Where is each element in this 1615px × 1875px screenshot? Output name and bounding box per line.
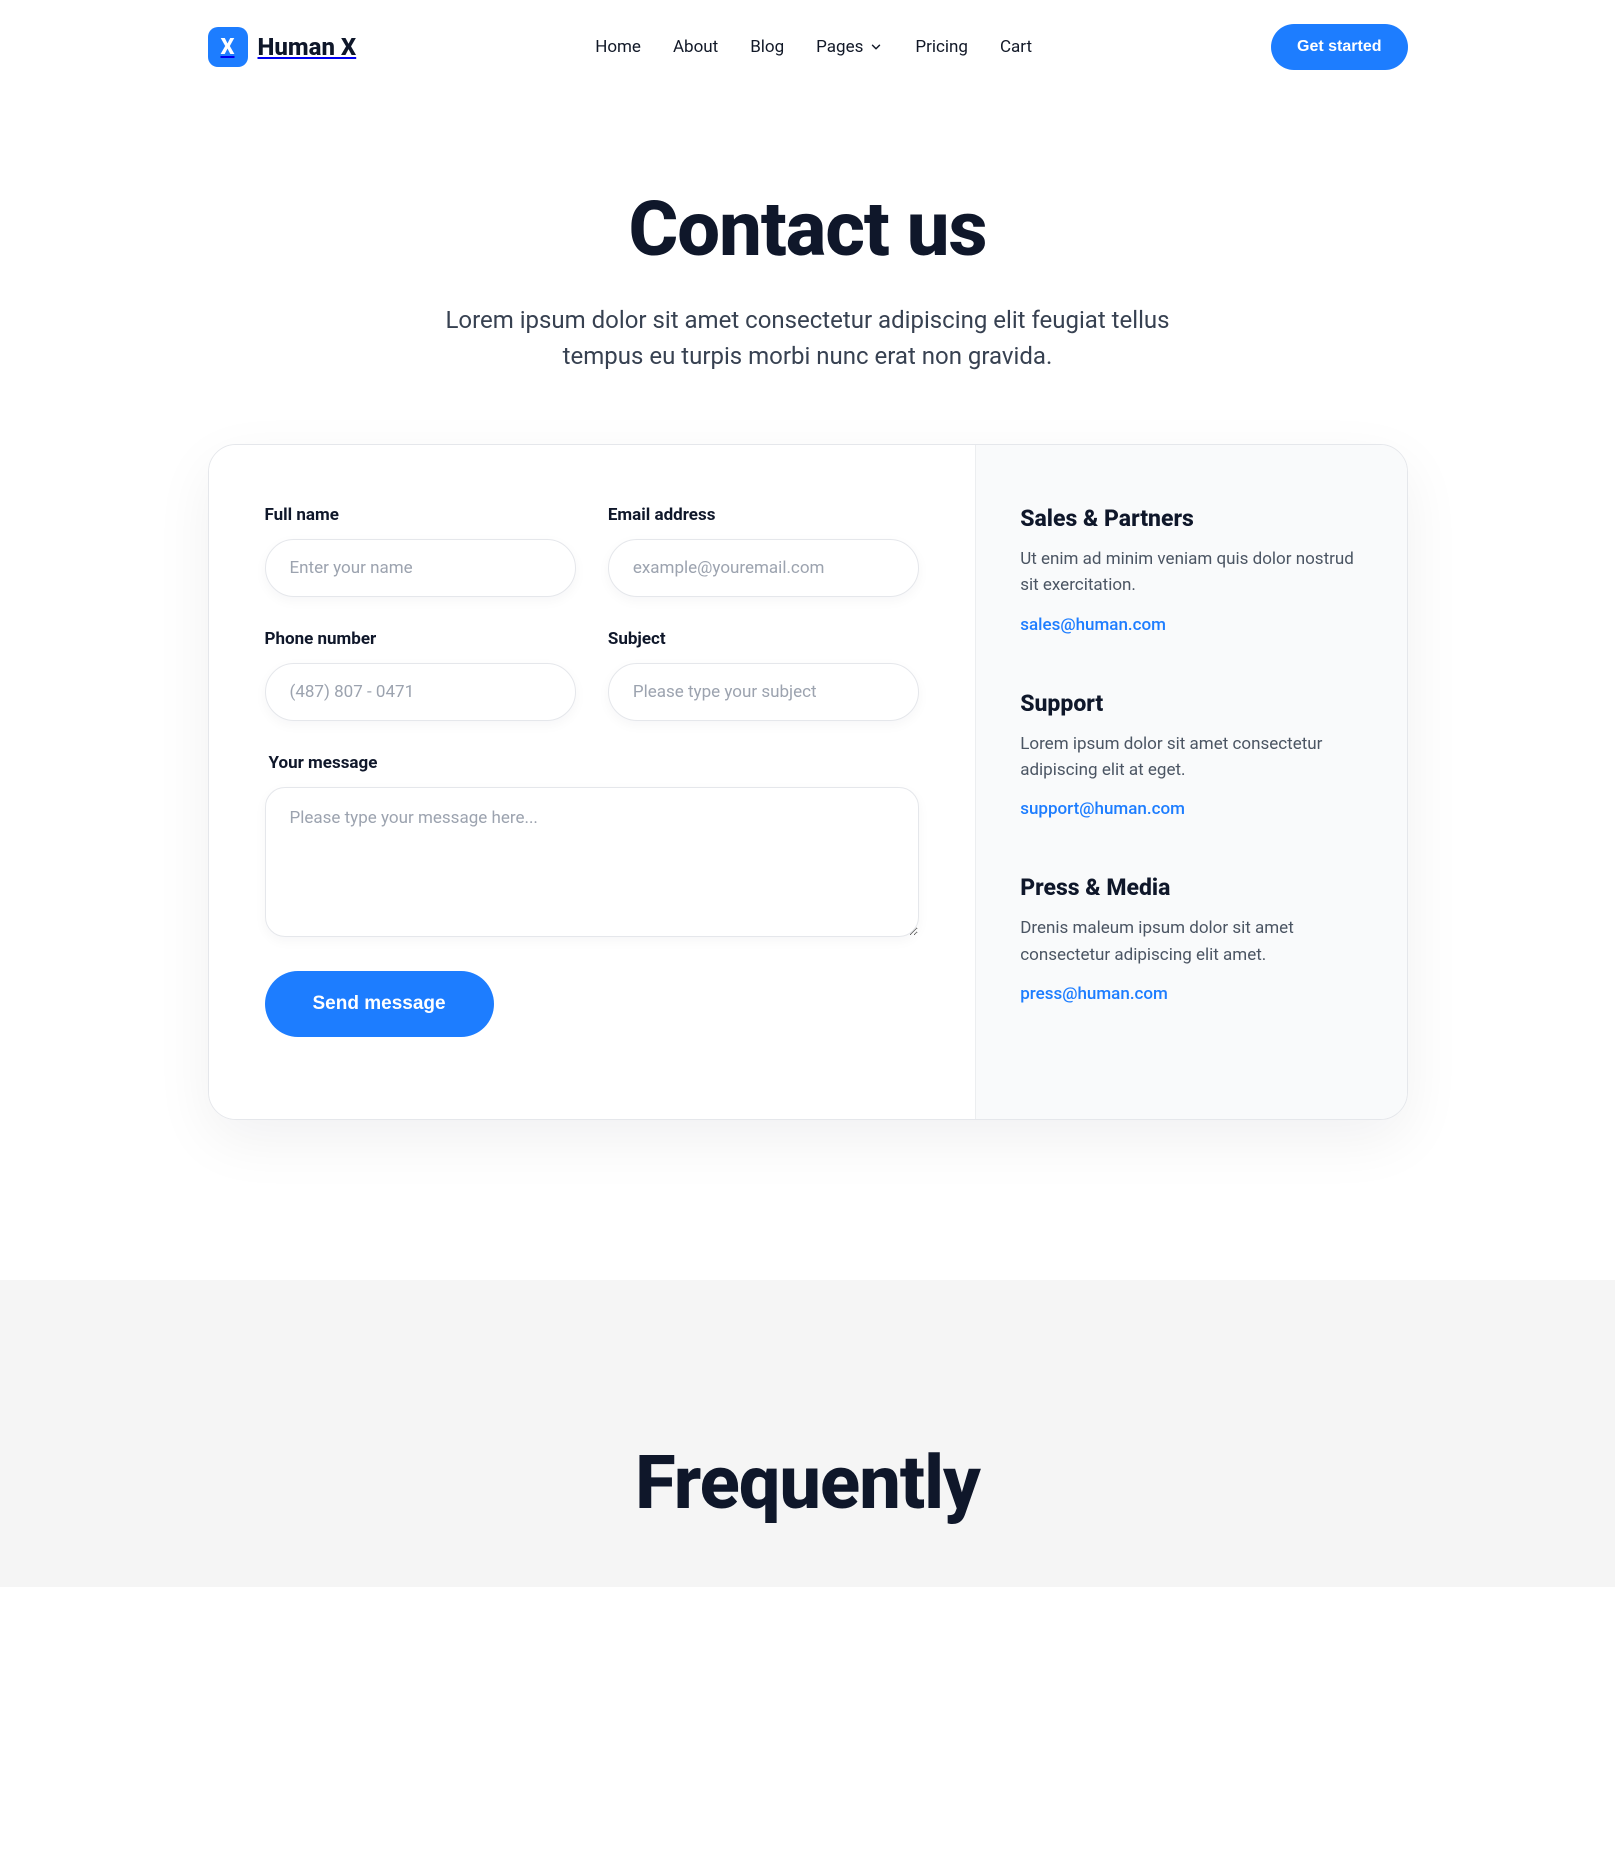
chevron-down-icon (869, 40, 883, 54)
send-message-button[interactable]: Send message (265, 971, 494, 1037)
brand-logo[interactable]: X Human X (208, 27, 357, 67)
faq-title: Frequently (0, 1440, 1615, 1527)
info-press: Press & Media Drenis maleum ipsum dolor … (1020, 874, 1362, 1004)
info-sales-email[interactable]: sales@human.com (1020, 615, 1166, 635)
hero-section: Contact us Lorem ipsum dolor sit amet co… (208, 94, 1408, 444)
main-nav: Home About Blog Pages Pricing Cart (595, 37, 1032, 57)
faq-section: Frequently (0, 1280, 1615, 1587)
message-textarea[interactable] (265, 787, 920, 937)
info-support: Support Lorem ipsum dolor sit amet conse… (1020, 690, 1362, 820)
message-label: Your message (265, 753, 920, 773)
contact-form: Full name Email address Phone number Sub… (209, 445, 976, 1119)
info-press-title: Press & Media (1020, 874, 1362, 901)
nav-pages[interactable]: Pages (816, 37, 883, 57)
nav-home[interactable]: Home (595, 37, 641, 57)
info-press-text: Drenis maleum ipsum dolor sit amet conse… (1020, 915, 1362, 968)
logo-badge: X (208, 27, 248, 67)
info-support-title: Support (1020, 690, 1362, 717)
nav-pages-label: Pages (816, 37, 863, 57)
full-name-input[interactable] (265, 539, 576, 597)
contact-card: Full name Email address Phone number Sub… (208, 444, 1408, 1120)
get-started-button[interactable]: Get started (1271, 24, 1407, 70)
phone-label: Phone number (265, 629, 576, 649)
info-press-email[interactable]: press@human.com (1020, 984, 1168, 1004)
page-subtitle: Lorem ipsum dolor sit amet consectetur a… (418, 302, 1198, 374)
subject-label: Subject (608, 629, 919, 649)
info-support-text: Lorem ipsum dolor sit amet consectetur a… (1020, 731, 1362, 784)
nav-pricing[interactable]: Pricing (915, 37, 968, 57)
info-support-email[interactable]: support@human.com (1020, 799, 1185, 819)
nav-blog[interactable]: Blog (750, 37, 784, 57)
info-sales: Sales & Partners Ut enim ad minim veniam… (1020, 505, 1362, 635)
full-name-label: Full name (265, 505, 576, 525)
page-title: Contact us (208, 184, 1408, 274)
brand-name: Human X (258, 33, 357, 61)
site-header: X Human X Home About Blog Pages Pricing … (208, 0, 1408, 94)
contact-info-sidebar: Sales & Partners Ut enim ad minim veniam… (975, 445, 1406, 1119)
nav-cart[interactable]: Cart (1000, 37, 1032, 57)
phone-input[interactable] (265, 663, 576, 721)
email-input[interactable] (608, 539, 919, 597)
info-sales-title: Sales & Partners (1020, 505, 1362, 532)
email-label: Email address (608, 505, 919, 525)
subject-input[interactable] (608, 663, 919, 721)
nav-about[interactable]: About (673, 37, 718, 57)
info-sales-text: Ut enim ad minim veniam quis dolor nostr… (1020, 546, 1362, 599)
